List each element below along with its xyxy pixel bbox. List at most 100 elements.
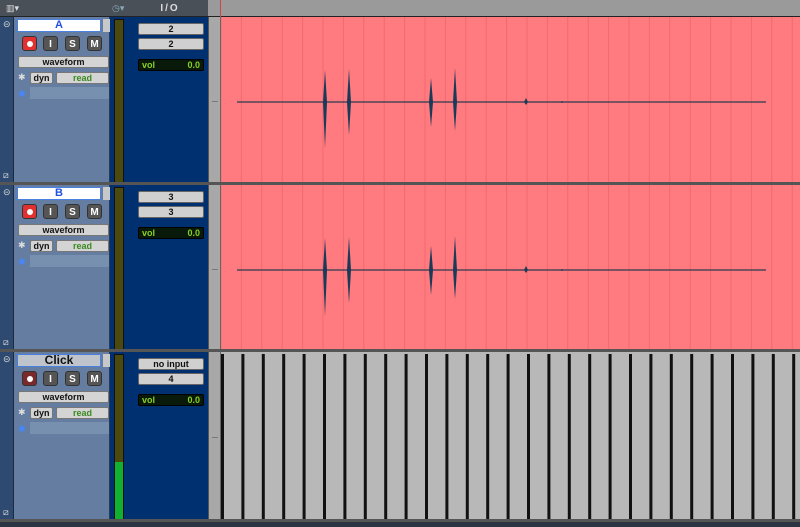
timeline-ruler[interactable] <box>208 0 800 17</box>
vol-label: vol <box>142 395 156 405</box>
click-transient <box>465 354 469 520</box>
comments-field[interactable] <box>30 87 109 99</box>
track-controls: A I S M waveform ✱ dyn read ◉ <box>14 17 110 185</box>
input-monitor-button[interactable]: I <box>43 204 58 219</box>
track-list-icon[interactable]: ▥▾ <box>6 3 19 14</box>
vol-value: 0.0 <box>187 228 200 238</box>
asterisk-icon[interactable]: ✱ <box>18 407 26 418</box>
track-name[interactable]: Click <box>17 354 101 367</box>
click-transient <box>669 354 673 520</box>
waveform <box>220 185 793 350</box>
track-lane[interactable] <box>220 17 800 185</box>
chevron-down-icon[interactable] <box>103 187 110 200</box>
io-column-header: I/O <box>132 0 208 17</box>
automation-mode-select[interactable]: read <box>56 240 109 252</box>
click-transient <box>302 354 306 520</box>
click-transient <box>588 354 592 520</box>
click-transient <box>527 354 530 520</box>
track: ⊝ ⧄ A I S M waveform ✱ dyn read ◉ 2 2 vo… <box>0 17 800 185</box>
meter-header: ◷▾ <box>110 0 132 17</box>
asterisk-icon[interactable]: ✱ <box>18 240 26 251</box>
dyn-button[interactable]: dyn <box>30 407 53 419</box>
solo-button[interactable]: S <box>65 36 80 51</box>
waveform-peak <box>429 246 433 295</box>
click-transient <box>751 354 755 520</box>
volume-display[interactable]: vol 0.0 <box>138 227 204 239</box>
playlist-icon[interactable]: ◉ <box>18 256 26 267</box>
track-header-left: ▥▾ ◷ <box>0 0 120 17</box>
clock-icon[interactable]: ◷▾ <box>112 3 124 14</box>
track-resize-icon[interactable]: ⧄ <box>3 170 9 181</box>
click-transient <box>282 354 286 520</box>
input-selector[interactable]: no input <box>138 358 204 370</box>
click-transient <box>710 354 714 520</box>
mute-button[interactable]: M <box>87 204 102 219</box>
solo-button[interactable]: S <box>65 204 80 219</box>
click-transient <box>363 354 367 520</box>
mute-button[interactable]: M <box>87 36 102 51</box>
click-transient <box>486 354 490 520</box>
output-selector[interactable]: 2 <box>138 38 204 50</box>
track-divider <box>208 17 221 185</box>
track-view-select[interactable]: waveform <box>18 56 109 68</box>
level-meter <box>114 354 124 520</box>
track: ⊝ ⧄ B I S M waveform ✱ dyn read ◉ 3 3 vo… <box>0 185 800 352</box>
chevron-down-icon[interactable] <box>103 19 110 32</box>
vol-label: vol <box>142 60 156 70</box>
chevron-down-icon[interactable] <box>103 354 110 367</box>
track-options-icon[interactable]: ⊝ <box>3 354 11 365</box>
output-selector[interactable]: 3 <box>138 206 204 218</box>
track-view-select[interactable]: waveform <box>18 224 109 236</box>
input-monitor-button[interactable]: I <box>43 36 58 51</box>
mute-button[interactable]: M <box>87 371 102 386</box>
click-transient <box>404 354 408 520</box>
record-arm-button[interactable] <box>22 204 37 219</box>
track-lane[interactable] <box>221 352 800 522</box>
vol-value: 0.0 <box>187 60 200 70</box>
track-divider <box>208 185 221 352</box>
track-view-select[interactable]: waveform <box>18 391 109 403</box>
click-transient <box>608 354 612 520</box>
asterisk-icon[interactable]: ✱ <box>18 72 26 83</box>
click-transient <box>547 354 551 520</box>
volume-display[interactable]: vol 0.0 <box>138 59 204 71</box>
track-resize-icon[interactable]: ⧄ <box>3 337 9 348</box>
click-transient <box>323 354 326 520</box>
track-name[interactable]: B <box>17 187 101 200</box>
vol-label: vol <box>142 228 156 238</box>
track-divider <box>208 352 221 522</box>
input-selector[interactable]: 3 <box>138 191 204 203</box>
click-transient <box>425 354 428 520</box>
record-arm-button[interactable] <box>22 371 37 386</box>
io-panel: 3 3 vol 0.0 <box>132 185 208 352</box>
vol-value: 0.0 <box>187 395 200 405</box>
click-transient <box>567 354 571 520</box>
click-transient <box>731 354 734 520</box>
dyn-button[interactable]: dyn <box>30 240 53 252</box>
waveform-peak <box>323 238 327 316</box>
dyn-button[interactable]: dyn <box>30 72 53 84</box>
solo-button[interactable]: S <box>65 371 80 386</box>
track-name[interactable]: A <box>17 19 101 32</box>
volume-display[interactable]: vol 0.0 <box>138 394 204 406</box>
playlist-icon[interactable]: ◉ <box>18 88 26 99</box>
playlist-icon[interactable]: ◉ <box>18 423 26 434</box>
waveform-peak <box>453 236 457 299</box>
automation-mode-select[interactable]: read <box>56 407 109 419</box>
comments-field[interactable] <box>30 255 109 267</box>
track-options-icon[interactable]: ⊝ <box>3 19 11 30</box>
click-transient <box>792 354 796 520</box>
automation-mode-select[interactable]: read <box>56 72 109 84</box>
playhead[interactable] <box>220 0 221 17</box>
record-arm-button[interactable] <box>22 36 37 51</box>
track-resize-icon[interactable]: ⧄ <box>3 507 9 518</box>
output-selector[interactable]: 4 <box>138 373 204 385</box>
input-selector[interactable]: 2 <box>138 23 204 35</box>
input-monitor-button[interactable]: I <box>43 371 58 386</box>
track-controls: B I S M waveform ✱ dyn read ◉ <box>14 185 110 352</box>
comments-field[interactable] <box>30 422 109 434</box>
track-options-icon[interactable]: ⊝ <box>3 187 11 198</box>
waveform-peak <box>560 101 564 103</box>
track-lane[interactable] <box>220 185 800 352</box>
click-transient <box>343 354 347 520</box>
